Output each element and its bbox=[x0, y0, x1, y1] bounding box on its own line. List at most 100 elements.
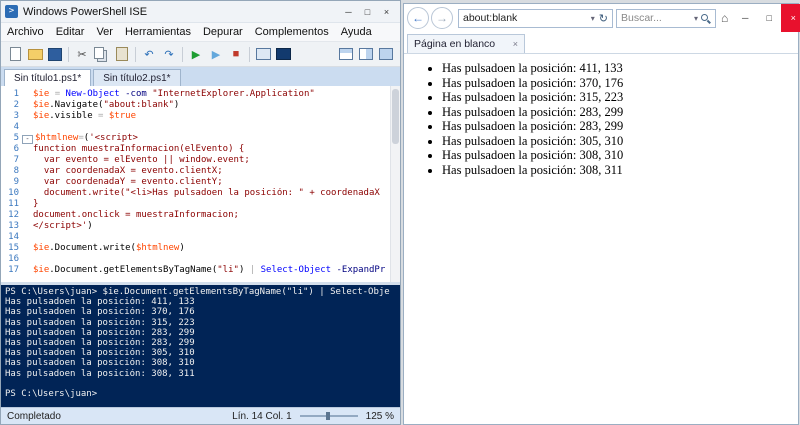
toolbar-separator bbox=[249, 46, 250, 62]
fold-gutter bbox=[22, 188, 31, 199]
start-powershell-icon[interactable] bbox=[274, 45, 292, 63]
code-text: $ie.Document.getElementsByTagName("li") … bbox=[33, 265, 386, 275]
editor-scrollbar-thumb[interactable] bbox=[392, 89, 399, 144]
line-number: 4 bbox=[13, 122, 19, 132]
fold-gutter bbox=[22, 232, 31, 243]
file-tab-2[interactable]: Sin título2.ps1* bbox=[93, 69, 181, 86]
editor-line: 4 bbox=[1, 122, 400, 133]
menu-depurar[interactable]: Depurar bbox=[197, 26, 249, 38]
address-url[interactable]: about:blank bbox=[463, 12, 589, 24]
list-item: Has pulsadoen la posición: 283, 299 bbox=[442, 119, 798, 134]
editor-line: 14 bbox=[1, 232, 400, 243]
ise-script-pane[interactable]: 1 $ie = New-Object -com "InternetExplorer… bbox=[1, 86, 400, 282]
run-selection-icon[interactable]: ▶ bbox=[207, 45, 225, 63]
fold-gutter bbox=[22, 199, 31, 210]
line-number: 13 bbox=[8, 221, 19, 231]
forward-button[interactable]: → bbox=[431, 7, 453, 29]
save-script-icon[interactable] bbox=[46, 45, 64, 63]
search-dropdown-icon[interactable]: ▾ bbox=[692, 14, 700, 23]
editor-line: 7 var evento = elEvento || window.event; bbox=[1, 155, 400, 166]
editor-line: 5- $htmlnew=('<script> bbox=[1, 133, 400, 144]
editor-lines: 1 $ie = New-Object -com "InternetExplorer… bbox=[1, 86, 400, 276]
copy-icon[interactable] bbox=[93, 45, 111, 63]
search-placeholder[interactable]: Buscar... bbox=[621, 12, 692, 24]
code-text: </script>') bbox=[33, 221, 93, 231]
search-icon[interactable] bbox=[700, 13, 711, 24]
ie-minimize-button[interactable]: ─ bbox=[733, 4, 757, 32]
open-script-icon[interactable] bbox=[26, 45, 44, 63]
list-item: Has pulsadoen la posición: 283, 299 bbox=[442, 105, 798, 120]
console-line: Has pulsadoen la posición: 308, 310 bbox=[5, 358, 195, 369]
show-script-pane-maximized-icon[interactable] bbox=[377, 45, 395, 63]
stop-operation-icon[interactable]: ■ bbox=[227, 45, 245, 63]
zoom-slider-thumb[interactable] bbox=[325, 412, 330, 420]
menu-editar[interactable]: Editar bbox=[50, 26, 91, 38]
line-number: 8 bbox=[13, 166, 19, 176]
ie-close-button[interactable]: × bbox=[781, 4, 800, 32]
new-script-icon[interactable] bbox=[6, 45, 24, 63]
ie-navigation-bar: ← → about:blank ▾ ↻ Buscar... ▾ ⌂ ─ □ × bbox=[404, 4, 800, 32]
address-bar[interactable]: about:blank ▾ ↻ bbox=[458, 8, 613, 28]
ie-tab-close-icon[interactable]: × bbox=[507, 39, 518, 49]
editor-line: 8 var coordenadaX = evento.clientX; bbox=[1, 166, 400, 177]
address-dropdown-icon[interactable]: ▾ bbox=[589, 14, 597, 23]
editor-line: 1 $ie = New-Object -com "InternetExplorer… bbox=[1, 89, 400, 100]
menu-ver[interactable]: Ver bbox=[90, 26, 119, 38]
toolbar-separator bbox=[182, 46, 183, 62]
ise-window-title: Windows PowerShell ISE bbox=[23, 5, 148, 18]
ise-menu-bar: Archivo Editar Ver Herramientas Depurar Compl… bbox=[1, 23, 400, 42]
editor-line: 3 $ie.visible = $true bbox=[1, 111, 400, 122]
code-text: function muestraInformacion(elEvento) { bbox=[33, 144, 245, 154]
desktop: > Windows PowerShell ISE ─ □ × Archivo Ed… bbox=[0, 0, 800, 425]
redo-icon[interactable]: ↷ bbox=[160, 45, 178, 63]
refresh-icon[interactable]: ↻ bbox=[597, 12, 608, 25]
toolbar-separator bbox=[135, 46, 136, 62]
back-button[interactable]: ← bbox=[407, 7, 429, 29]
ise-maximize-button[interactable]: □ bbox=[358, 7, 377, 17]
editor-line: 11} bbox=[1, 199, 400, 210]
ise-minimize-button[interactable]: ─ bbox=[339, 7, 358, 17]
file-tab-1[interactable]: Sin título1.ps1* bbox=[4, 69, 92, 86]
code-text: $ie = New-Object -com "InternetExplorer.… bbox=[33, 89, 315, 99]
ie-tab-blank-page[interactable]: Página en blanco × bbox=[407, 34, 525, 53]
new-remote-powershell-tab-icon[interactable] bbox=[254, 45, 272, 63]
console-line: Has pulsadoen la posición: 315, 223 bbox=[5, 317, 195, 328]
line-number: 12 bbox=[8, 210, 19, 220]
line-number: 3 bbox=[13, 111, 19, 121]
ie-maximize-button[interactable]: □ bbox=[757, 4, 781, 32]
menu-archivo[interactable]: Archivo bbox=[1, 26, 50, 38]
ise-console-pane[interactable]: PS C:\Users\juan> $ie.Document.getElemen… bbox=[1, 285, 400, 407]
fold-gutter bbox=[22, 89, 31, 100]
menu-ayuda[interactable]: Ayuda bbox=[335, 26, 378, 38]
fold-gutter bbox=[22, 144, 31, 155]
run-script-icon[interactable]: ▶ bbox=[187, 45, 205, 63]
fold-gutter bbox=[22, 254, 31, 265]
editor-line: 16 bbox=[1, 254, 400, 265]
ise-close-button[interactable]: × bbox=[377, 7, 396, 17]
editor-line: 15 $ie.Document.write($htmlnew) bbox=[1, 243, 400, 254]
home-icon[interactable]: ⌂ bbox=[716, 11, 733, 25]
list-item: Has pulsadoen la posición: 305, 310 bbox=[442, 134, 798, 149]
code-text: $ie.Document.write($htmlnew) bbox=[33, 243, 185, 253]
line-number: 10 bbox=[8, 188, 19, 198]
search-box[interactable]: Buscar... ▾ bbox=[616, 8, 716, 28]
zoom-slider[interactable] bbox=[299, 411, 358, 421]
show-script-pane-right-icon[interactable] bbox=[357, 45, 375, 63]
line-number: 9 bbox=[13, 177, 19, 187]
menu-herramientas[interactable]: Herramientas bbox=[119, 26, 197, 38]
console-line: Has pulsadoen la posición: 411, 133 bbox=[5, 297, 195, 308]
editor-line: 10 document.write("<li>Has pulsadoen la … bbox=[1, 188, 400, 199]
menu-complementos[interactable]: Complementos bbox=[249, 26, 335, 38]
cut-icon[interactable]: ✂ bbox=[73, 45, 91, 63]
show-script-pane-top-icon[interactable] bbox=[337, 45, 355, 63]
editor-scrollbar[interactable] bbox=[390, 86, 400, 282]
fold-gutter bbox=[22, 243, 31, 254]
undo-icon[interactable]: ↶ bbox=[140, 45, 158, 63]
editor-line: 2 $ie.Navigate("about:blank") bbox=[1, 100, 400, 111]
fold-collapse-icon[interactable]: - bbox=[22, 135, 33, 144]
code-text: $htmlnew=('<script> bbox=[35, 133, 138, 143]
line-number: 7 bbox=[13, 155, 19, 165]
paste-icon[interactable] bbox=[113, 45, 131, 63]
line-number: 6 bbox=[13, 144, 19, 154]
internet-explorer-window: ← → about:blank ▾ ↻ Buscar... ▾ ⌂ ─ □ × … bbox=[403, 3, 800, 425]
